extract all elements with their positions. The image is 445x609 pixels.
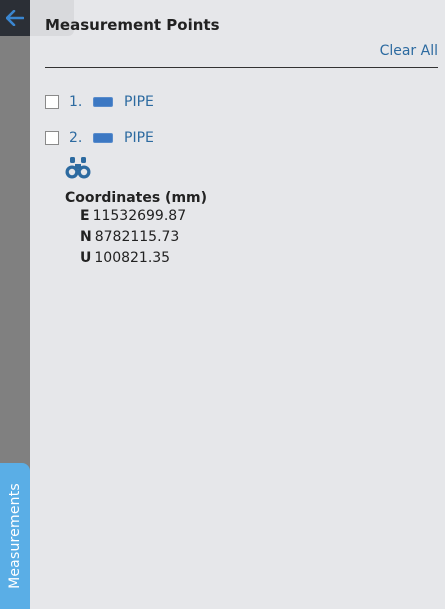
- point-details: Coordinates (mm) E 11532699.87 N 8782115.7…: [65, 156, 207, 269]
- coordinate-e: E 11532699.87: [80, 206, 207, 227]
- binoculars-icon[interactable]: [65, 156, 91, 180]
- coordinate-axis: E: [80, 208, 90, 224]
- point-name[interactable]: PIPE: [124, 130, 154, 146]
- point-checkbox[interactable]: [45, 131, 59, 145]
- coordinate-axis: N: [80, 229, 92, 245]
- clear-all-link[interactable]: Clear All: [380, 43, 438, 59]
- color-swatch: [93, 97, 113, 107]
- point-name[interactable]: PIPE: [124, 94, 154, 110]
- coordinate-value: 8782115.73: [94, 229, 180, 245]
- arrow-left-icon: [6, 10, 24, 26]
- coordinate-u: U 100821.35: [80, 248, 207, 269]
- panel-title: Measurement Points: [45, 16, 220, 34]
- measurements-tab-label: Measurements: [7, 483, 23, 589]
- measurement-points-panel: Measurement Points Clear All 1. PIPE 2. …: [30, 0, 445, 609]
- divider: [45, 67, 438, 68]
- back-button[interactable]: [0, 0, 30, 36]
- list-item: 1. PIPE: [45, 92, 154, 112]
- list-item: 2. PIPE: [45, 128, 154, 148]
- app-root: Measurements Measurement Points Clear Al…: [0, 0, 445, 609]
- measurements-tab[interactable]: Measurements: [0, 463, 30, 609]
- point-index[interactable]: 1.: [69, 94, 93, 110]
- coordinate-value: 11532699.87: [92, 208, 187, 224]
- color-swatch: [93, 133, 113, 143]
- coordinate-n: N 8782115.73: [80, 227, 207, 248]
- coordinate-axis: U: [80, 250, 92, 266]
- coordinates-heading: Coordinates (mm): [65, 190, 208, 206]
- point-checkbox[interactable]: [45, 95, 59, 109]
- coordinate-value: 100821.35: [94, 250, 171, 266]
- point-index[interactable]: 2.: [69, 130, 93, 146]
